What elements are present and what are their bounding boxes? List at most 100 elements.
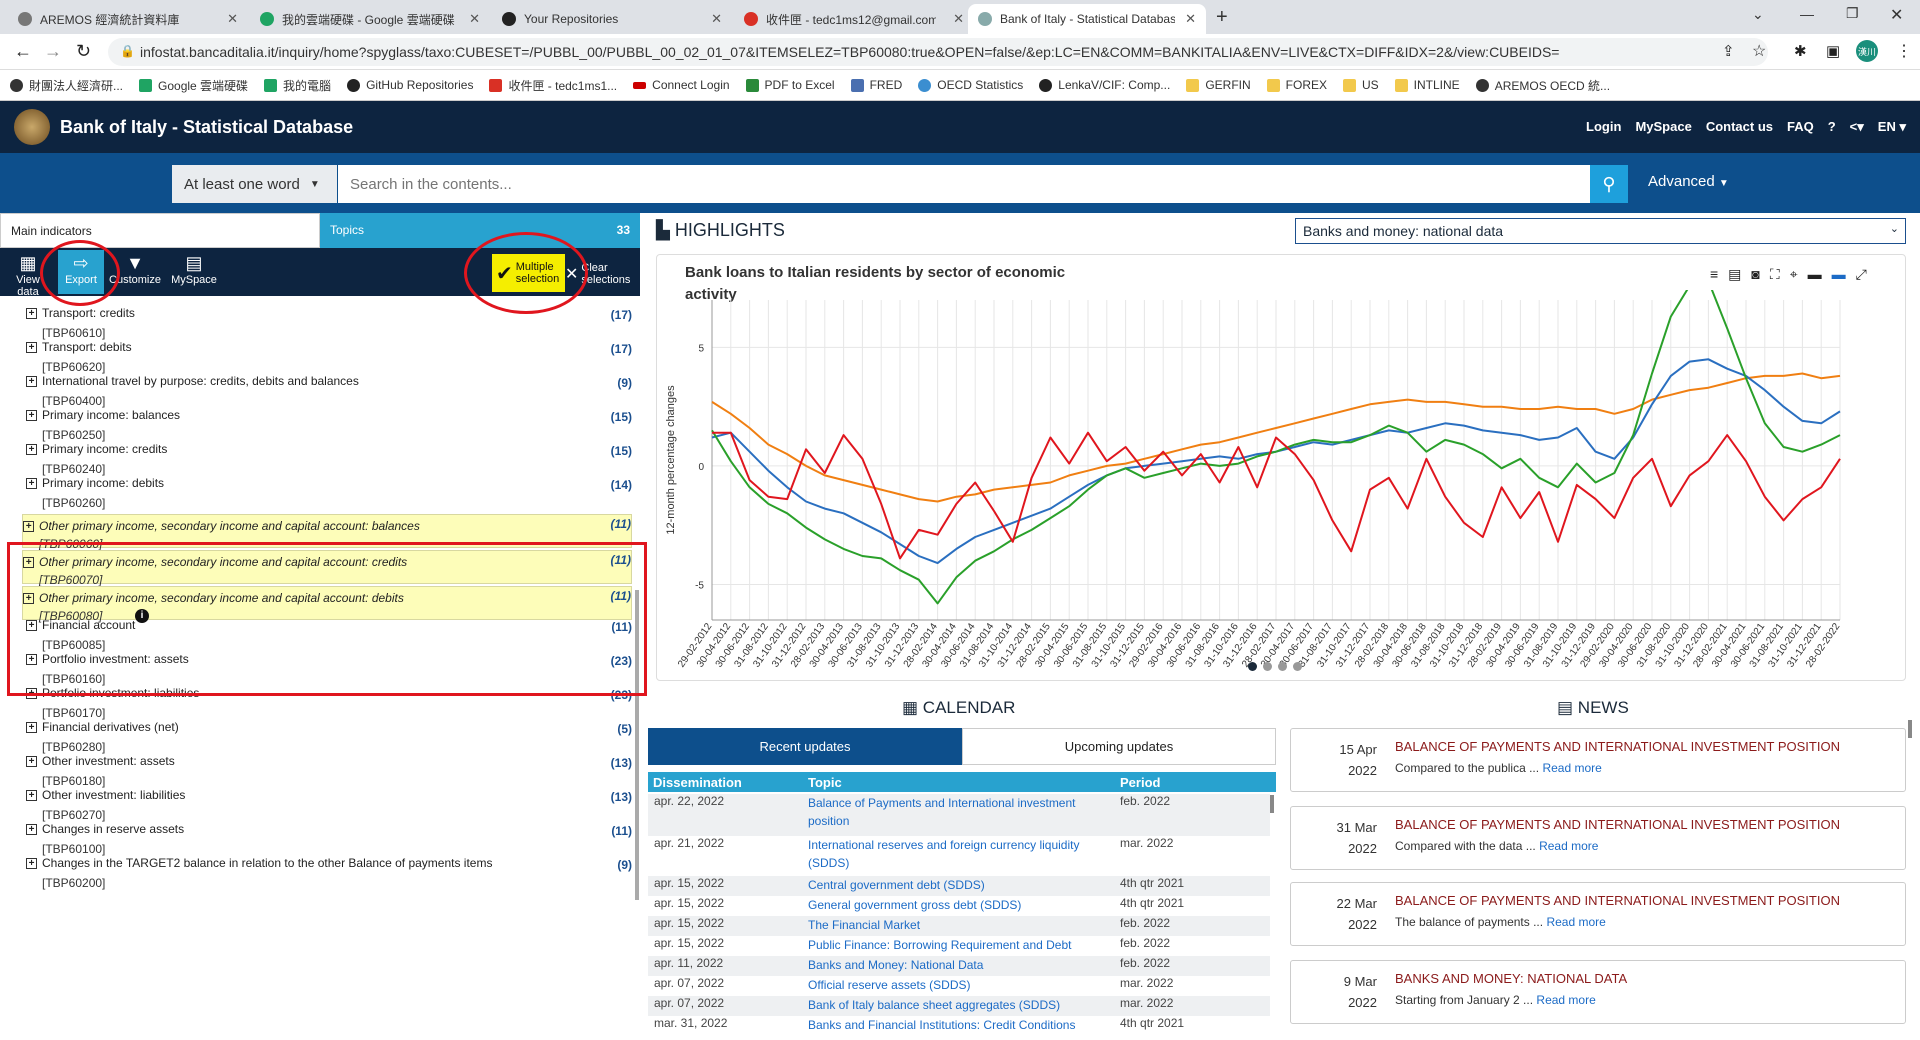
expand-plus-icon[interactable]: + — [26, 410, 37, 421]
url-field[interactable]: 🔒 infostat.bancaditalia.it/inquiry/home?s… — [108, 38, 1768, 66]
tree-item-label[interactable]: Primary income: credits — [42, 442, 167, 456]
calendar-scrollbar[interactable] — [1270, 795, 1274, 813]
bookmark-star-icon[interactable]: ☆ — [1752, 41, 1766, 61]
news-card[interactable]: 15 Apr 2022 BALANCE OF PAYMENTS AND INTERN… — [1290, 728, 1906, 792]
expand-icon[interactable]: ⤢ — [1856, 266, 1867, 283]
tree-item-label[interactable]: International travel by purpose: credits… — [42, 374, 359, 388]
database-icon[interactable]: ≡ — [1710, 266, 1718, 283]
tree-item[interactable]: + Transport: debits [TBP60620] (17) — [26, 340, 632, 374]
tree-item-label[interactable]: Changes in reserve assets — [42, 822, 184, 836]
search-button[interactable]: ⚲ — [1590, 165, 1628, 203]
search-input[interactable] — [338, 165, 1590, 203]
nav-help[interactable]: ? — [1828, 119, 1836, 135]
calendar-topic-link[interactable]: General government gross debt (SDDS) — [808, 896, 1108, 914]
news-card[interactable]: 31 Mar 2022 BALANCE OF PAYMENTS AND INTERN… — [1290, 806, 1906, 870]
close-icon[interactable]: ✕ — [953, 11, 964, 27]
news-title[interactable]: BALANCE OF PAYMENTS AND INTERNATIONAL IN… — [1395, 893, 1840, 908]
bookmark-item[interactable]: 財團法人經濟研... — [10, 77, 123, 94]
news-title[interactable]: BALANCE OF PAYMENTS AND INTERNATIONAL IN… — [1395, 817, 1840, 832]
site-title[interactable]: Bank of Italy - Statistical Database — [60, 117, 353, 138]
pager-dot-active[interactable] — [1248, 662, 1257, 671]
browser-tab-aremos[interactable]: AREMOS 經濟統計資料庫 ✕ — [8, 4, 248, 34]
calendar-topic-link[interactable]: International reserves and foreign curre… — [808, 836, 1108, 872]
bookmark-item[interactable]: Google 雲端硬碟 — [139, 77, 248, 94]
calendar-topic-link[interactable]: Bank of Italy balance sheet aggregates (… — [808, 996, 1108, 1014]
calendar-topic-link[interactable]: Official reserve assets (SDDS) — [808, 976, 1108, 994]
calendar-topic-link[interactable]: Banks and Financial Institutions: Credit… — [808, 1016, 1108, 1034]
tree-item-label[interactable]: Primary income: debits — [42, 476, 164, 490]
bookmark-folder[interactable]: INTLINE — [1394, 78, 1460, 92]
tree-item-label[interactable]: Transport: credits — [42, 306, 135, 320]
camera-icon[interactable]: ◙ — [1751, 266, 1759, 283]
tree-item-label[interactable]: Other investment: liabilities — [42, 788, 185, 802]
expand-plus-icon[interactable]: + — [23, 521, 34, 532]
browser-tab-drive[interactable]: 我的雲端硬碟 - Google 雲端硬碟 ✕ — [250, 4, 490, 34]
nav-language[interactable]: EN ▾ — [1878, 119, 1906, 135]
bookmark-item[interactable]: FRED — [850, 78, 902, 92]
news-scrollbar[interactable] — [1908, 720, 1912, 738]
expand-plus-icon[interactable]: + — [26, 858, 37, 869]
bankofitaly-logo-icon[interactable] — [14, 109, 50, 145]
tree-item[interactable]: + Primary income: balances [TBP60250] (15) — [26, 408, 632, 442]
read-more-link[interactable]: Read more — [1542, 761, 1601, 775]
bookmark-item[interactable]: AREMOS OECD 統... — [1475, 77, 1610, 94]
tree-item[interactable]: + Other investment: liabilities [TBP60270]… — [26, 788, 632, 822]
search-mode-select[interactable]: At least one word ▼ — [172, 165, 337, 203]
expand-plus-icon[interactable]: + — [26, 824, 37, 835]
calendar-topic-link[interactable]: Banks and Money: National Data — [808, 956, 1108, 974]
tree-item[interactable]: + Primary income: debits [TBP60260] (14) — [26, 476, 632, 510]
calendar-topic-link[interactable]: Public Finance: Borrowing Requirement an… — [808, 936, 1108, 954]
bookmark-item[interactable]: GitHub Repositories — [347, 78, 473, 92]
back-icon[interactable]: ← — [14, 41, 32, 62]
nav-myspace[interactable]: MySpace — [1635, 119, 1691, 135]
reload-icon[interactable]: ↻ — [76, 41, 91, 62]
tree-item[interactable]: + Other investment: assets [TBP60180] (13) — [26, 754, 632, 788]
expand-plus-icon[interactable]: + — [26, 308, 37, 319]
tree-item[interactable]: + Financial derivatives (net) [TBP60280] (5… — [26, 720, 632, 754]
nav-contact[interactable]: Contact us — [1706, 119, 1773, 135]
tree-item-label[interactable]: Other investment: assets — [42, 754, 175, 768]
highlights-select[interactable]: Banks and money: national data ⌄ — [1295, 218, 1906, 244]
close-icon[interactable]: ✕ — [711, 11, 722, 27]
nav-faq[interactable]: FAQ — [1787, 119, 1814, 135]
tab-search-icon[interactable]: ⌄ — [1752, 6, 1764, 23]
expand-plus-icon[interactable]: + — [26, 444, 37, 455]
calendar-topic-link[interactable]: Central government debt (SDDS) — [808, 876, 1108, 894]
tree-item-label[interactable]: Changes in the TARGET2 balance in relati… — [42, 856, 492, 870]
news-card[interactable]: 9 Mar 2022 BANKS AND MONEY: NATIONAL DATA S… — [1290, 960, 1906, 1024]
tab-topics[interactable]: Topics 33 — [320, 213, 640, 248]
extensions-icon[interactable]: ✱ — [1794, 42, 1807, 60]
tree-item-label[interactable]: Financial derivatives (net) — [42, 720, 179, 734]
calendar-topic-link[interactable]: Balance of Payments and International in… — [808, 794, 1108, 830]
myspace-button[interactable]: ▤ MySpace — [168, 252, 220, 286]
forward-icon[interactable]: → — [44, 41, 62, 62]
maximize-icon[interactable]: ❐ — [1846, 5, 1859, 22]
minimize-icon[interactable]: — — [1800, 6, 1814, 22]
pin-icon[interactable]: ⌖ — [1790, 266, 1798, 283]
tree-item-label[interactable]: Transport: debits — [42, 340, 132, 354]
advanced-search-button[interactable]: Advanced ▼ — [1648, 173, 1729, 190]
tree-item[interactable]: + Primary income: credits [TBP60240] (15) — [26, 442, 632, 476]
expand-plus-icon[interactable]: + — [26, 722, 37, 733]
tree-item-label[interactable]: Primary income: balances — [42, 408, 180, 422]
bookmark-item[interactable]: Connect Login — [633, 78, 730, 92]
pager-dot[interactable] — [1278, 662, 1287, 671]
tree-item[interactable]: + International travel by purpose: credit… — [26, 374, 632, 408]
bookmark-folder[interactable]: FOREX — [1266, 78, 1327, 92]
avatar[interactable]: 漢川 — [1856, 40, 1878, 62]
expand-plus-icon[interactable]: + — [26, 756, 37, 767]
news-title[interactable]: BANKS AND MONEY: NATIONAL DATA — [1395, 971, 1627, 986]
pager-dot[interactable] — [1263, 662, 1272, 671]
bookmark-item[interactable]: PDF to Excel — [745, 78, 835, 92]
bookmark-folder[interactable]: GERFIN — [1186, 78, 1251, 92]
tree-item-label[interactable]: Other primary income, secondary income a… — [39, 519, 420, 533]
nav-login[interactable]: Login — [1586, 119, 1621, 135]
browser-tab-gmail[interactable]: 收件匣 - tedc1ms12@gmail.com ✕ — [734, 4, 974, 34]
close-icon[interactable]: ✕ — [227, 11, 238, 27]
close-icon[interactable]: ✕ — [1185, 11, 1196, 27]
read-more-link[interactable]: Read more — [1536, 993, 1595, 1007]
read-more-link[interactable]: Read more — [1546, 915, 1605, 929]
table-icon[interactable]: ▤ — [1728, 266, 1741, 283]
tab-main-indicators[interactable]: Main indicators — [0, 213, 320, 248]
bookmark-item[interactable]: LenkaV/CIF: Comp... — [1039, 78, 1170, 92]
